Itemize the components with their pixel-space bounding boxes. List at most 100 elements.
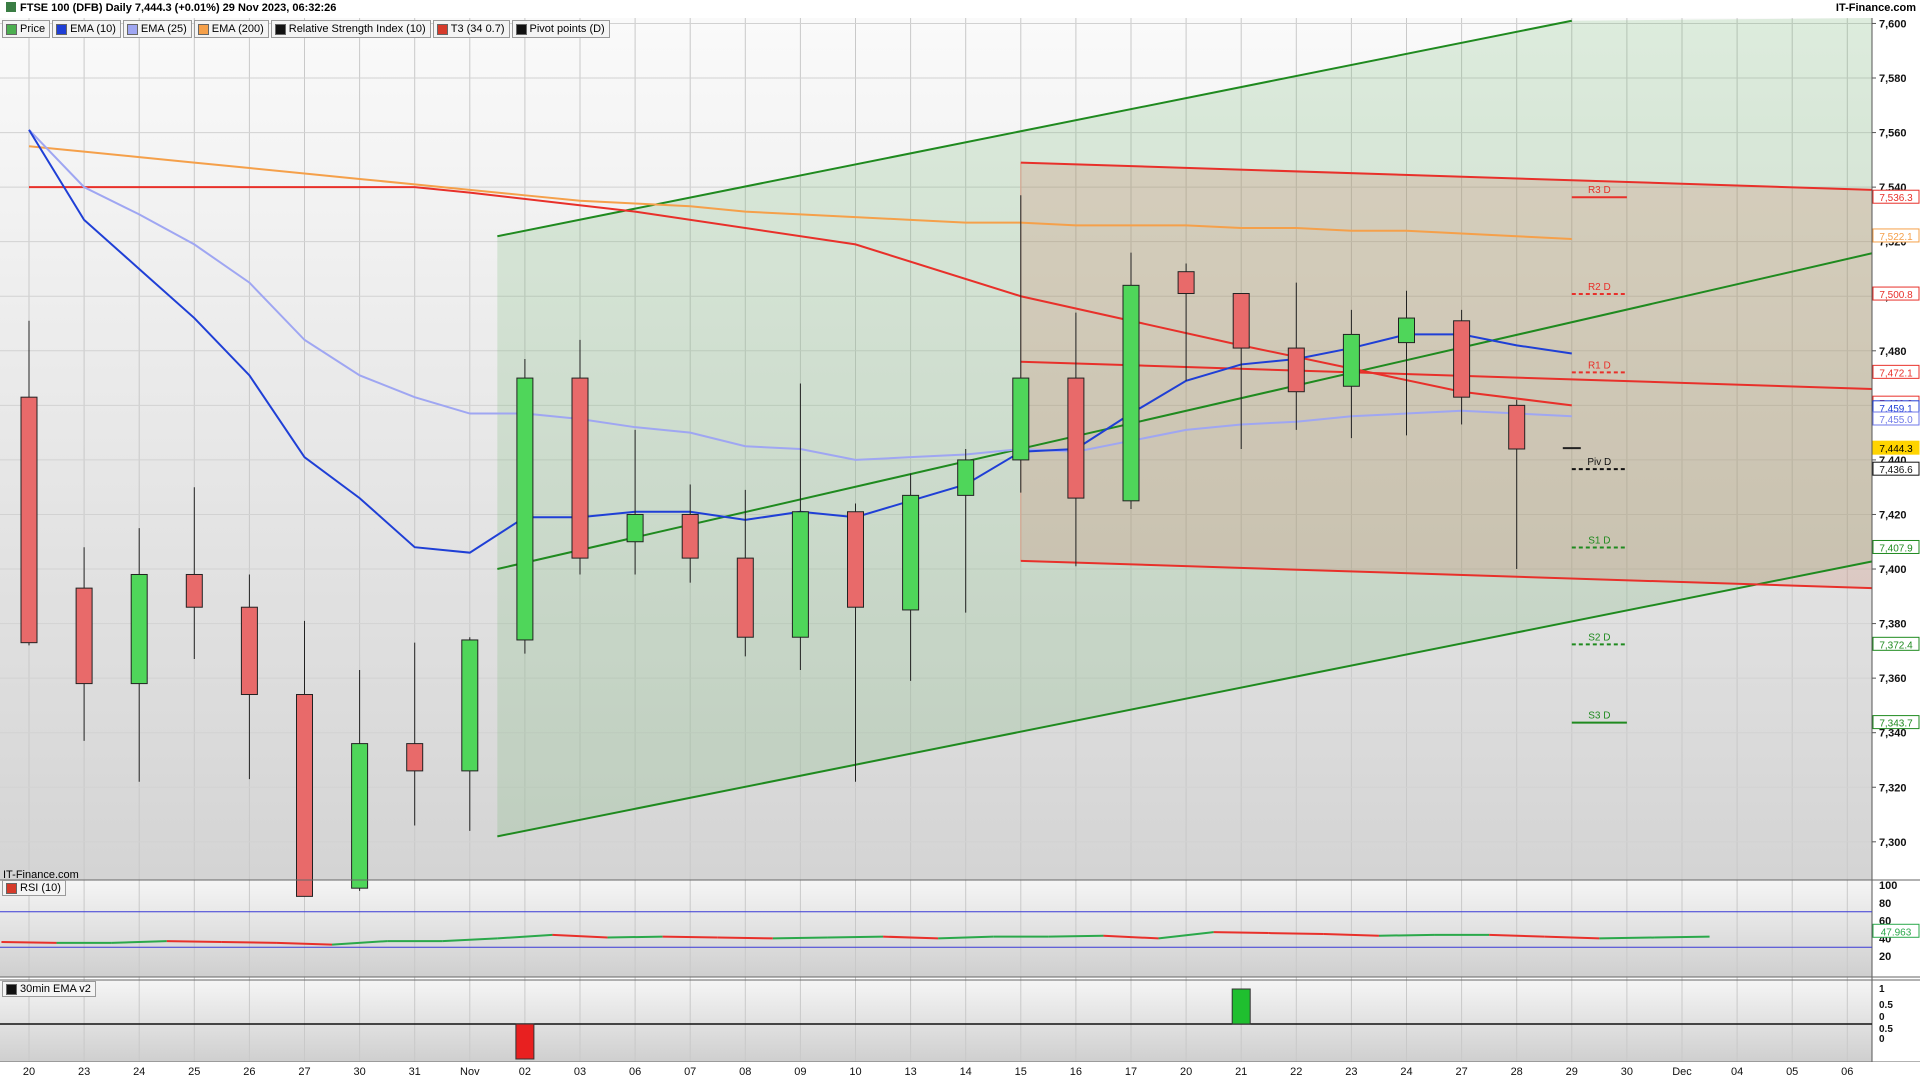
x-axis-label: 13: [904, 1066, 916, 1078]
candle-up: [626, 513, 644, 543]
pivot-label: Piv D: [1587, 457, 1611, 468]
candle-up: [1398, 317, 1415, 344]
candle-up: [1012, 377, 1030, 461]
price-tick-label: 7,600: [1879, 18, 1907, 30]
candle-down: [1177, 271, 1195, 295]
price-label: 7,536.3: [1879, 193, 1913, 204]
x-axis-label: 20: [1180, 1066, 1192, 1078]
candle-down: [1508, 404, 1526, 450]
x-axis-label: 04: [1731, 1066, 1743, 1078]
x-axis-label: Nov: [460, 1066, 480, 1078]
x-axis-label: 20: [23, 1066, 35, 1078]
pivot-label: S3 D: [1588, 711, 1610, 722]
pivot-label: S1 D: [1588, 535, 1610, 546]
chart-canvas: R3 D R2 D R1 D Piv D S1 D S2 D S3 D 7,300 7,320 7…: [0, 0, 1920, 1080]
price-tick-label: 7,320: [1879, 782, 1907, 794]
candle-down: [406, 743, 424, 772]
legend-item-price[interactable]: Price: [2, 20, 51, 38]
x-axis-label: 28: [1511, 1066, 1523, 1078]
legend-item-ema25[interactable]: EMA (25): [122, 20, 192, 38]
window-icon: [6, 2, 16, 12]
ema-bar-negative: [515, 1023, 535, 1060]
rsi-segment: [1, 940, 57, 944]
rsi-segment: [662, 935, 718, 939]
price-tick-label: 7,380: [1879, 619, 1907, 631]
x-axis-label: 02: [519, 1066, 531, 1078]
candle-up: [957, 459, 975, 496]
price-tick-label: 7,580: [1879, 73, 1907, 85]
rsi-tick-label: 80: [1879, 898, 1891, 910]
x-axis-label: 03: [574, 1066, 586, 1078]
price-tick-label: 7,400: [1879, 564, 1907, 576]
ema-tick-label: 1: [1879, 984, 1885, 995]
price-tick-label: 7,420: [1879, 509, 1907, 521]
price-label: 7,372.4: [1879, 640, 1913, 651]
rsi-segment: [827, 935, 884, 939]
legend-item-rsi[interactable]: Relative Strength Index (10): [270, 20, 431, 38]
chart-title-text: FTSE 100 (DFB) Daily 7,444.3 (+0.01%) 29…: [20, 2, 337, 14]
x-axis-label: 24: [133, 1066, 145, 1078]
candle-up: [130, 573, 148, 685]
x-axis-label: 06: [629, 1066, 641, 1078]
price-label: 7,472.1: [1879, 368, 1913, 379]
rsi-segment: [1654, 935, 1710, 939]
rsi-segment: [1599, 936, 1655, 940]
candle-down: [571, 377, 589, 559]
rsi-panel-label[interactable]: RSI (10): [2, 880, 66, 896]
x-axis-label: 30: [353, 1066, 365, 1078]
candle-down: [1232, 293, 1250, 349]
pivot-label: S2 D: [1588, 632, 1610, 643]
rsi-segment: [1378, 933, 1435, 937]
panel-swatch-icon: [6, 983, 17, 995]
x-axis-label: 27: [298, 1066, 310, 1078]
pivot-label: R1 D: [1588, 360, 1611, 371]
candle-down: [681, 513, 699, 559]
ema-tick-label: 0.5: [1879, 1000, 1893, 1011]
x-axis-label: 25: [188, 1066, 200, 1078]
x-axis-label: 06: [1841, 1066, 1853, 1078]
candle-down: [1453, 320, 1471, 398]
legend-swatch-icon: [274, 23, 286, 35]
legend-item-pivots[interactable]: Pivot points (D): [511, 20, 610, 38]
legend-swatch-icon: [197, 23, 209, 35]
price-label: 7,343.7: [1879, 719, 1913, 730]
price-tick-label: 7,480: [1879, 346, 1907, 358]
x-axis-label: Dec: [1672, 1066, 1692, 1078]
x-axis-label: 07: [684, 1066, 696, 1078]
price-label: 7,500.8: [1879, 290, 1913, 301]
candle-down: [185, 573, 203, 608]
x-axis-label: 30: [1621, 1066, 1633, 1078]
price-label: 7,407.9: [1879, 543, 1913, 554]
x-axis-label: 10: [849, 1066, 861, 1078]
chart-title: FTSE 100 (DFB) Daily 7,444.3 (+0.01%) 29…: [6, 2, 336, 14]
panel-swatch-icon: [6, 882, 17, 894]
x-axis-label: 21: [1235, 1066, 1247, 1078]
ema-panel-label[interactable]: 30min EMA v2: [2, 981, 96, 997]
candle-down: [240, 606, 258, 696]
x-axis-label: 15: [1015, 1066, 1027, 1078]
ema-tick-label: 0: [1879, 1012, 1885, 1023]
legend-swatch-icon: [515, 23, 527, 35]
rsi-panel-bg: [0, 880, 1872, 977]
ema-bar-positive: [1231, 988, 1251, 1025]
x-axis-label: 31: [409, 1066, 421, 1078]
candle-up: [461, 639, 479, 772]
legend-swatch-icon: [126, 23, 138, 35]
candle-up: [516, 377, 534, 641]
price-tick-label: 7,560: [1879, 128, 1907, 140]
price-tick-label: 7,300: [1879, 837, 1907, 849]
price-tick-label: 7,360: [1879, 673, 1907, 685]
rsi-segment: [221, 940, 277, 944]
x-axis-label: 08: [739, 1066, 751, 1078]
legend-item-ema10[interactable]: EMA (10): [52, 20, 121, 38]
x-axis-label: 16: [1070, 1066, 1082, 1078]
candle-down: [296, 694, 313, 897]
rsi-tick-label: 20: [1879, 951, 1891, 963]
x-axis-label: 22: [1290, 1066, 1302, 1078]
brand-label: IT-Finance.com: [1835, 2, 1916, 14]
price-label: 7,444.3: [1879, 444, 1913, 455]
candle-down: [20, 396, 38, 644]
legend-item-ema200[interactable]: EMA (200): [193, 20, 269, 38]
legend-item-t3[interactable]: T3 (34 0.7): [432, 20, 510, 38]
price-label: 7,455.0: [1879, 415, 1913, 426]
